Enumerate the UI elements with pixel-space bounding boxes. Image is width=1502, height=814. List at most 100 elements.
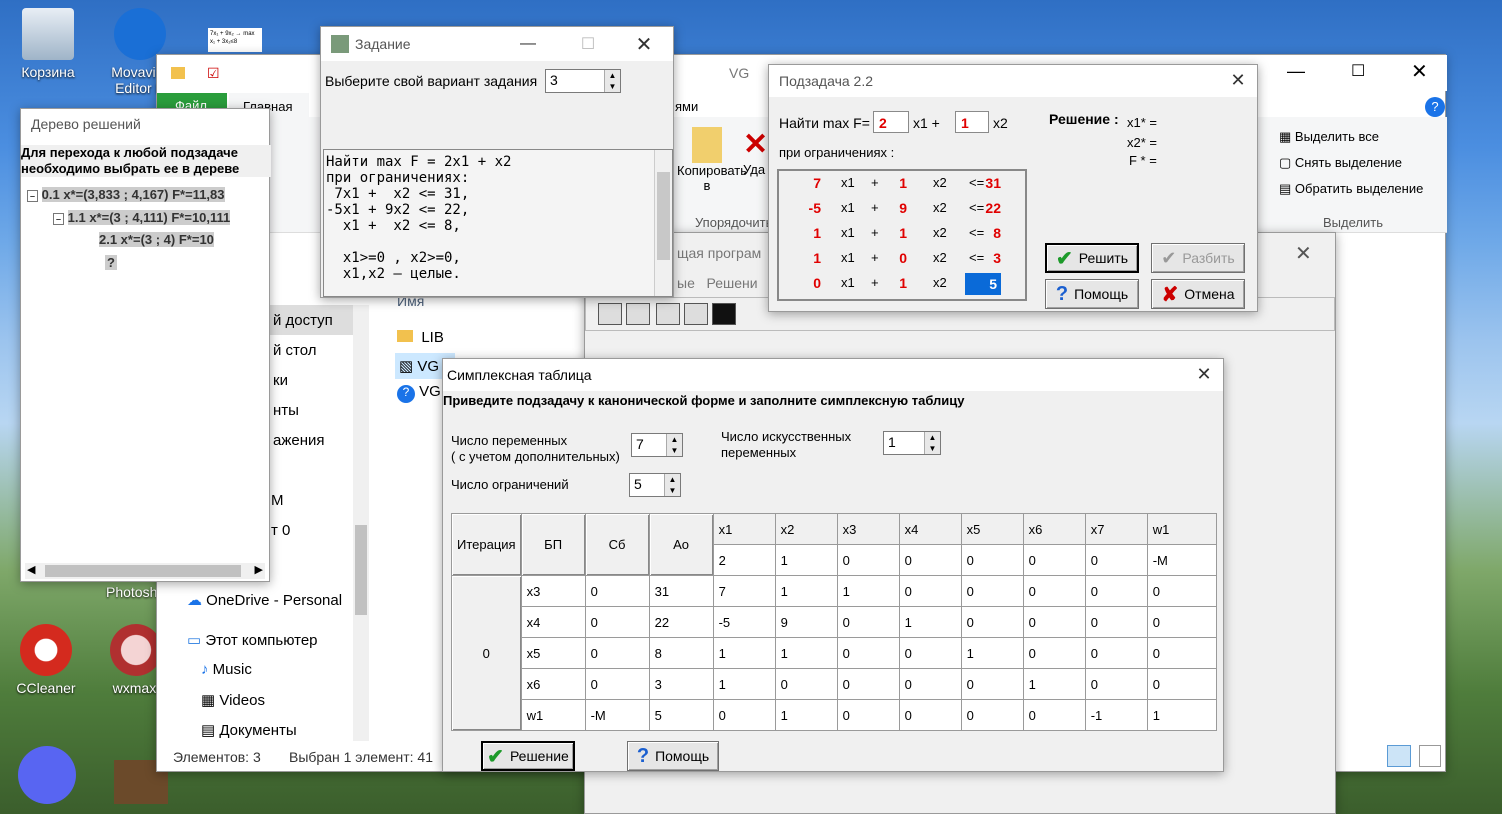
nav-documents[interactable]: ▤ Документы xyxy=(201,721,297,739)
constraint-cell[interactable]: 22 xyxy=(965,200,1001,216)
table-cell[interactable]: 1 xyxy=(774,575,838,607)
objective-coef-cell[interactable]: 0 xyxy=(836,544,900,576)
table-cell[interactable]: 0 xyxy=(1022,606,1086,638)
nav-item[interactable]: нты xyxy=(257,395,357,425)
table-cell[interactable]: 0 xyxy=(1146,575,1218,607)
tree-node-2-1[interactable]: 2.1 x*=(3 ; 4) F*=10 xyxy=(99,232,214,247)
constraint-cell[interactable]: 5 xyxy=(965,273,1001,295)
tree-node-unknown[interactable]: ? xyxy=(105,255,117,270)
select-all-button[interactable]: ▦ Выделить все xyxy=(1279,129,1379,145)
invert-selection-button[interactable]: ▤ Обратить выделение xyxy=(1279,181,1423,197)
table-cell[interactable]: 9 xyxy=(774,606,838,638)
table-cell[interactable]: 1 xyxy=(712,668,776,700)
minimize-icon[interactable]: — xyxy=(1287,61,1305,82)
table-cell[interactable]: 1 xyxy=(898,606,962,638)
deselect-button[interactable]: ▢ Снять выделение xyxy=(1279,155,1402,171)
objective-coef-cell[interactable]: 0 xyxy=(898,544,962,576)
eraser-icon[interactable] xyxy=(598,303,622,325)
table-icon[interactable] xyxy=(684,303,708,325)
table-cell[interactable]: 0 xyxy=(960,606,1024,638)
objective-coef-cell[interactable]: 0 xyxy=(1022,544,1086,576)
table-cell[interactable]: 0 xyxy=(836,668,900,700)
constraint-cell[interactable]: 31 xyxy=(965,175,1001,191)
desktop-icon-ccleaner[interactable]: CCleaner xyxy=(6,624,86,696)
table-cell[interactable]: 0 xyxy=(1146,668,1218,700)
tree-h-scrollbar[interactable]: ◀ ▶ xyxy=(25,563,265,579)
task-text-area[interactable]: Найти max F = 2x1 + x2 при ограничениях:… xyxy=(323,149,673,297)
table-cell[interactable]: 0 xyxy=(1146,637,1218,669)
nav-item[interactable]: т 0 xyxy=(257,515,357,545)
close-icon[interactable]: ✕ xyxy=(1411,59,1428,84)
file-item-vg-help[interactable]: ? VG xyxy=(397,383,441,403)
nav-scrollbar[interactable] xyxy=(353,305,369,741)
save-icon[interactable] xyxy=(712,303,736,325)
constraint-cell[interactable]: 0 xyxy=(887,250,907,266)
objective-coef-cell[interactable]: 1 xyxy=(774,544,838,576)
menu-item[interactable]: ые xyxy=(677,275,695,291)
help-icon[interactable]: ? xyxy=(1425,97,1445,117)
collapse-icon[interactable]: – xyxy=(53,213,65,225)
table-cell[interactable]: 1 xyxy=(960,637,1024,669)
table-cell[interactable]: 0 xyxy=(898,668,962,700)
objective-coef-cell[interactable]: 2 xyxy=(712,544,776,576)
large-icons-view-icon[interactable] xyxy=(1419,745,1441,767)
table-cell[interactable]: 0 xyxy=(960,699,1024,731)
minimize-icon[interactable]: — xyxy=(505,29,551,59)
nvars-spinner[interactable]: 7 ▲ ▼ xyxy=(631,433,683,457)
variant-spinner[interactable]: 3 ▲ ▼ xyxy=(545,69,621,93)
nav-item[interactable]: M xyxy=(257,485,357,515)
copy-to-button[interactable]: Копировать в xyxy=(677,127,747,193)
table-cell[interactable]: 0 xyxy=(836,699,900,731)
file-item-lib[interactable]: LIB xyxy=(397,329,444,346)
desktop-icon-label-photoshop[interactable]: Photosh xyxy=(106,584,157,600)
table-cell[interactable]: 0 xyxy=(1084,637,1148,669)
delete-button[interactable]: ✕ Уда xyxy=(743,127,768,177)
tree-icon[interactable] xyxy=(656,303,680,325)
table-cell[interactable]: 5 xyxy=(648,699,714,731)
collapse-icon[interactable]: – xyxy=(27,190,39,202)
solution-button[interactable]: ✔ Решение xyxy=(481,741,575,771)
table-cell[interactable]: 0 xyxy=(898,575,962,607)
table-cell[interactable]: x6 xyxy=(520,668,586,700)
task-scrollbar[interactable] xyxy=(654,150,672,296)
help-button[interactable]: ? Помощь xyxy=(627,741,719,771)
constraint-cell[interactable]: 1 xyxy=(801,225,821,241)
nav-item[interactable]: ажения xyxy=(257,425,357,455)
table-cell[interactable]: 0 xyxy=(1146,606,1218,638)
constraint-cell[interactable]: 1 xyxy=(887,275,907,291)
objective-coef-2[interactable]: 1 xyxy=(955,111,989,133)
nart-spinner[interactable]: 1 ▲ ▼ xyxy=(883,431,941,455)
maximize-icon[interactable]: ☐ xyxy=(1351,61,1365,81)
split-button[interactable]: ✔ Разбить xyxy=(1151,243,1245,273)
close-icon[interactable]: ✕ xyxy=(621,29,667,59)
table-cell[interactable]: -M xyxy=(584,699,650,731)
constraint-cell[interactable]: 8 xyxy=(965,225,1001,241)
constraint-cell[interactable]: 1 xyxy=(801,250,821,266)
pencil-icon[interactable] xyxy=(626,303,650,325)
menu-item[interactable]: Решени xyxy=(707,275,758,291)
objective-coef-cell[interactable]: 0 xyxy=(1084,544,1148,576)
constraint-cell[interactable]: -5 xyxy=(801,200,821,216)
table-cell[interactable]: w1 xyxy=(520,699,586,731)
details-view-icon[interactable] xyxy=(1387,745,1411,767)
table-cell[interactable]: 0 xyxy=(960,668,1024,700)
table-cell[interactable]: 1 xyxy=(774,699,838,731)
table-cell[interactable]: 0 xyxy=(898,699,962,731)
table-cell[interactable]: 0 xyxy=(1084,575,1148,607)
constraint-cell[interactable]: 9 xyxy=(887,200,907,216)
help-button[interactable]: ? Помощь xyxy=(1045,279,1139,309)
nav-music[interactable]: ♪ Music xyxy=(201,661,252,678)
table-cell[interactable]: 1 xyxy=(774,637,838,669)
table-cell[interactable]: 1 xyxy=(836,575,900,607)
table-cell[interactable]: 0 xyxy=(960,575,1024,607)
table-cell[interactable]: 0 xyxy=(1022,637,1086,669)
constraint-cell[interactable]: 1 xyxy=(887,225,907,241)
nav-onedrive[interactable]: ☁ OneDrive - Personal xyxy=(187,591,342,609)
objective-coef-cell[interactable]: -M xyxy=(1146,544,1218,576)
table-cell[interactable]: 0 xyxy=(584,606,650,638)
table-cell[interactable]: 1 xyxy=(1022,668,1086,700)
nav-videos[interactable]: ▦ Videos xyxy=(201,691,265,709)
table-cell[interactable]: 0 xyxy=(584,668,650,700)
cancel-button[interactable]: ✘ Отмена xyxy=(1151,279,1245,309)
tree-node-1-1[interactable]: – 1.1 x*=(3 ; 4,111) F*=10,111 xyxy=(53,210,231,225)
